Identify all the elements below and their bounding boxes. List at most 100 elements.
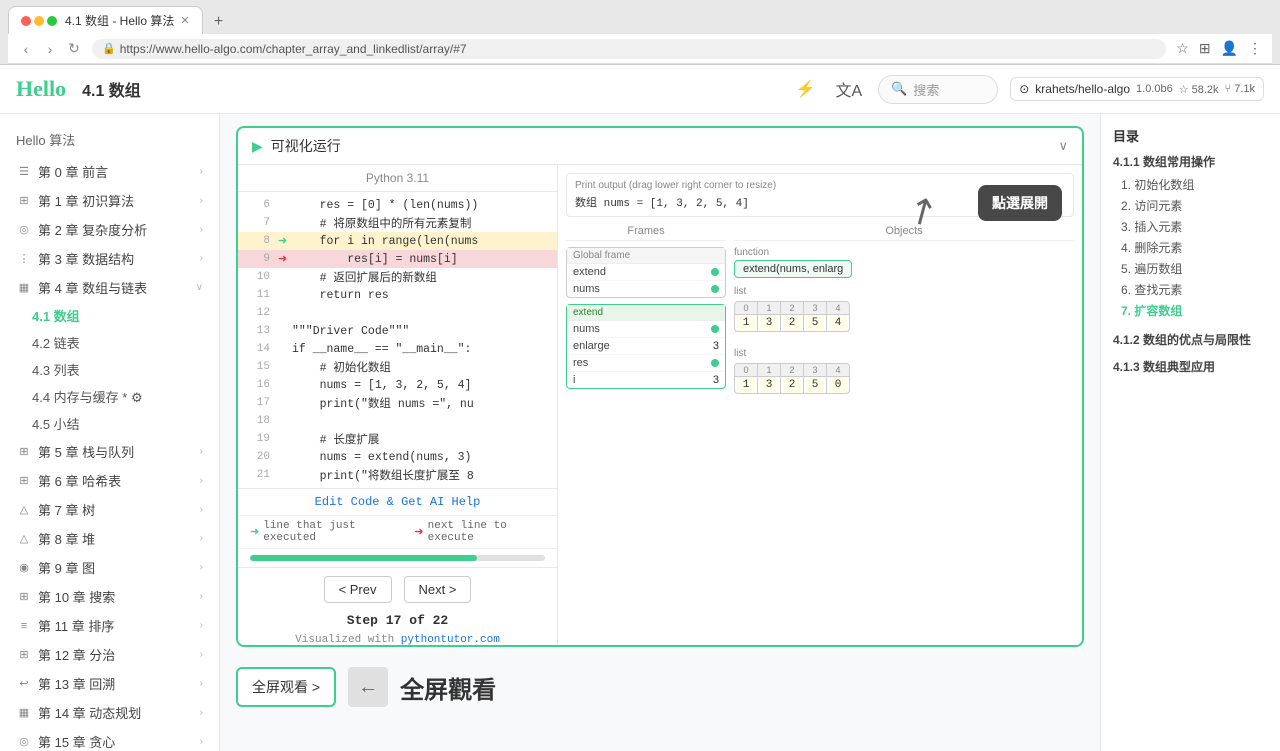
sidebar-item-ch9[interactable]: ◉ 第 9 章 图 › (0, 553, 219, 582)
toc-item-6[interactable]: 6. 查找元素 (1113, 279, 1268, 300)
sidebar-item-ch4-4[interactable]: 4.4 内存与缓存 * ⚙ (0, 383, 219, 410)
url-bar[interactable]: 🔒 https://www.hello-algo.com/chapter_arr… (92, 39, 1166, 59)
ch1-arrow: › (200, 195, 203, 206)
tooltip-text: 點選展開 (992, 195, 1048, 211)
sidebar-item-ch4-3[interactable]: 4.3 列表 (0, 356, 219, 383)
sidebar-item-ch15[interactable]: ◎ 第 15 章 贪心 › (0, 727, 219, 751)
sidebar-item-ch2[interactable]: ◎ 第 2 章 复杂度分析 › (0, 215, 219, 244)
github-link[interactable]: ⊙ krahets/hello-algo 1.0.0b6 ☆ 58.2k ⑂ 7… (1010, 77, 1264, 101)
ch6-label: 第 6 章 哈希表 (38, 471, 194, 490)
sidebar-item-ch14[interactable]: ▦ 第 14 章 动态规划 › (0, 698, 219, 727)
toc-item-7[interactable]: 7. 扩容数组 (1113, 300, 1268, 321)
global-ptr-nums (711, 285, 719, 293)
code-line-11: 11 return res (238, 286, 557, 304)
bookmark-icon[interactable]: ☆ (1174, 38, 1191, 59)
ch11-icon: ≡ (16, 618, 32, 634)
translate-icon[interactable]: 文A (832, 73, 867, 105)
ch2-arrow: › (200, 224, 203, 235)
sidebar-item-ch7[interactable]: △ 第 7 章 树 › (0, 495, 219, 524)
progress-fill (250, 555, 477, 561)
profile-icon[interactable]: 👤 (1219, 38, 1240, 59)
forward-button[interactable]: › (40, 39, 60, 59)
list2-cell-4: 4 0 (827, 364, 849, 393)
ch10-label: 第 10 章 搜索 (38, 587, 194, 606)
search-icon: 🔍 (891, 81, 907, 97)
toc-item-2[interactable]: 2. 访问元素 (1113, 195, 1268, 216)
ch4-label: 第 4 章 数组与链表 (38, 278, 190, 297)
sidebar-item-ch0[interactable]: ☰ 第 0 章 前言 › (0, 157, 219, 186)
toc-section-title-413[interactable]: 4.1.3 数组典型应用 (1113, 358, 1268, 375)
toc-item-5[interactable]: 5. 遍历数组 (1113, 258, 1268, 279)
sidebar-item-ch4[interactable]: ▦ 第 4 章 数组与链表 ∨ (0, 273, 219, 302)
next-button[interactable]: Next > (404, 576, 472, 603)
code-line-9: 9 ➜ res[i] = nums[i] (238, 250, 557, 268)
pythontutor-link[interactable]: pythontutor.com (401, 634, 500, 645)
ch12-icon: ⊞ (16, 647, 32, 663)
browser-tab[interactable]: 4.1 数组 - Hello 算法 ✕ (8, 6, 203, 34)
toc-section-title-411: 4.1.1 数组常用操作 (1113, 153, 1268, 170)
sidebar-item-ch4-5[interactable]: 4.5 小结 (0, 410, 219, 437)
global-ptr-extend (711, 268, 719, 276)
toc-item-3[interactable]: 3. 插入元素 (1113, 216, 1268, 237)
toc-section-412: 4.1.2 数组的优点与局限性 (1113, 331, 1268, 348)
ssl-icon: 🔒 (102, 42, 116, 55)
extend-ptr-nums (711, 325, 719, 333)
list1-cell-2: 2 2 (781, 302, 804, 331)
ch8-arrow: › (200, 533, 203, 544)
extend-frame-row-i: i 3 (567, 372, 725, 388)
sidebar-item-ch13[interactable]: ↩ 第 13 章 回溯 › (0, 669, 219, 698)
ch1-icon: ⊞ (16, 193, 32, 209)
list2-cell-1: 1 3 (758, 364, 781, 393)
code-line-10: 10 # 返回扩展后的新数组 (238, 268, 557, 286)
edit-code-link[interactable]: Edit Code & Get AI Help (238, 488, 557, 515)
prev-button[interactable]: < Prev (324, 576, 392, 603)
sidebar-item-ch4-1[interactable]: 4.1 数组 (0, 302, 219, 329)
visualizer-panel: ▶ 可视化运行 ∨ Python 3.11 6 (236, 126, 1084, 647)
sidebar-item-ch11[interactable]: ≡ 第 11 章 排序 › (0, 611, 219, 640)
list2-box: 0 1 1 3 2 (734, 363, 850, 394)
sidebar-item-ch6[interactable]: ⊞ 第 6 章 哈希表 › (0, 466, 219, 495)
minimize-dot[interactable] (34, 16, 44, 26)
visualizer-title: ▶ 可视化运行 (252, 136, 341, 156)
menu-icon[interactable]: ⋮ (1246, 38, 1264, 59)
ch2-icon: ◎ (16, 222, 32, 238)
extend-var-enlarge: enlarge (573, 340, 709, 352)
toc-item-1[interactable]: 1. 初始化数组 (1113, 174, 1268, 195)
edit-code-anchor[interactable]: Edit Code & Get AI Help (315, 495, 481, 509)
sidebar-item-ch10[interactable]: ⊞ 第 10 章 搜索 › (0, 582, 219, 611)
reload-button[interactable]: ↻ (64, 39, 84, 59)
ch0-arrow: › (200, 166, 203, 177)
tab-close-icon[interactable]: ✕ (180, 14, 189, 27)
visualizer-header[interactable]: ▶ 可视化运行 ∨ (238, 128, 1082, 165)
sidebar-item-ch1[interactable]: ⊞ 第 1 章 初识算法 › (0, 186, 219, 215)
sidebar-item-ch12[interactable]: ⊞ 第 12 章 分治 › (0, 640, 219, 669)
list1-cell-0: 0 1 (735, 302, 758, 331)
search-box[interactable]: 🔍 搜索 (878, 75, 998, 104)
expand-icon[interactable]: ∨ (1058, 138, 1068, 154)
global-var-extend: extend (573, 266, 707, 278)
back-button[interactable]: ‹ (16, 39, 36, 59)
fullscreen-button[interactable]: 全屏观看 > (236, 667, 336, 707)
maximize-dot[interactable] (47, 16, 57, 26)
logo-image: Hello (16, 76, 66, 102)
github-icon: ⊙ (1019, 82, 1029, 96)
sidebar-item-ch8[interactable]: △ 第 8 章 堆 › (0, 524, 219, 553)
code-icon[interactable]: ⚡ (792, 75, 820, 103)
objects-title: Objects (734, 225, 1074, 241)
github-forks: ⑂ 7.1k (1225, 83, 1255, 96)
toc-item-4[interactable]: 4. 删除元素 (1113, 237, 1268, 258)
toc-section-title-412[interactable]: 4.1.2 数组的优点与局限性 (1113, 331, 1268, 348)
table-of-contents: 目录 4.1.1 数组常用操作 1. 初始化数组 2. 访问元素 3. 插入元素… (1100, 114, 1280, 751)
extend-frame-row-nums: nums (567, 321, 725, 338)
extensions-icon[interactable]: ⊞ (1197, 38, 1213, 59)
code-line-6: 6 res = [0] * (len(nums)) (238, 196, 557, 214)
code-language: Python 3.11 (238, 165, 557, 192)
ch14-arrow: › (200, 707, 203, 718)
new-tab-button[interactable]: + (207, 10, 231, 34)
vis-credit-text: Visualized with (295, 634, 401, 645)
close-dot[interactable] (21, 16, 31, 26)
ch13-label: 第 13 章 回溯 (38, 674, 194, 693)
sidebar-item-ch3[interactable]: ⋮ 第 3 章 数据结构 › (0, 244, 219, 273)
sidebar-item-ch4-2[interactable]: 4.2 链表 (0, 329, 219, 356)
sidebar-item-ch5[interactable]: ⊞ 第 5 章 栈与队列 › (0, 437, 219, 466)
